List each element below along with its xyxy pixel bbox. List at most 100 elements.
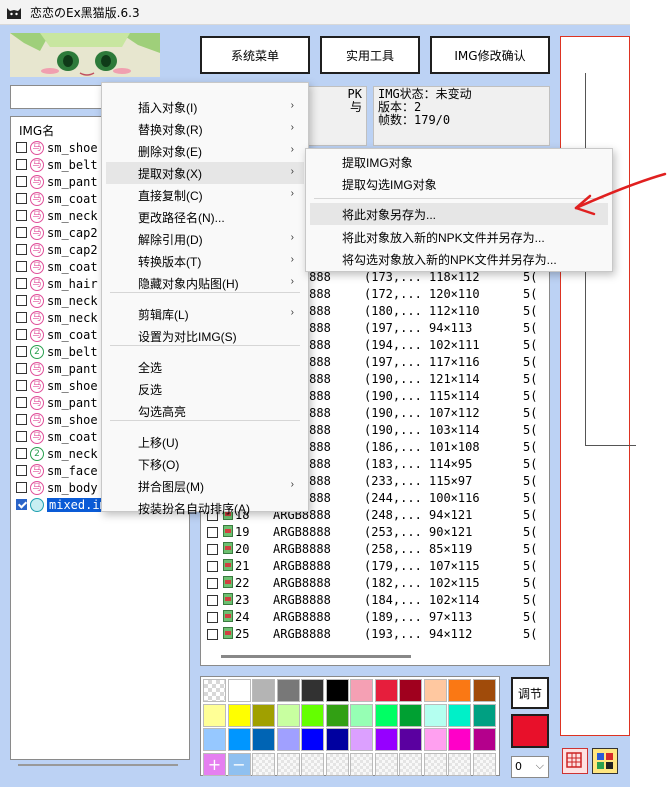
menu-item[interactable]: 隐藏对象内贴图(H) › (106, 272, 304, 294)
item-checkbox[interactable] (16, 329, 27, 340)
menu-item[interactable]: 替换对象(R) › (106, 118, 304, 140)
menu-item[interactable]: 上移(U) (106, 431, 304, 453)
palette-swatch[interactable] (301, 728, 324, 751)
palette-swatch[interactable] (423, 679, 447, 702)
palette-swatch[interactable] (399, 703, 422, 727)
palette-swatch[interactable] (301, 679, 324, 702)
submenu-item[interactable]: 将勾选对象放入新的NPK文件并另存为... (310, 248, 608, 270)
palette-swatch[interactable] (423, 703, 447, 727)
palette-swatch[interactable] (374, 679, 398, 702)
adjust-button[interactable]: 调节 (511, 677, 549, 709)
frame-checkbox[interactable] (207, 595, 218, 606)
palette-swatch[interactable] (325, 703, 349, 727)
empty-swatch[interactable] (472, 752, 496, 776)
item-checkbox[interactable] (16, 244, 27, 255)
frame-checkbox[interactable] (207, 527, 218, 538)
menu-item[interactable]: 提取对象(X) › (106, 162, 304, 184)
table-row[interactable]: 22 ARGB8888 (182,... 102×115 5( (201, 575, 549, 592)
remove-color-button[interactable]: − (227, 752, 251, 776)
value-select[interactable]: 0 ⌵ (511, 756, 549, 778)
palette-swatch[interactable] (227, 679, 251, 702)
palette-swatch[interactable] (203, 728, 226, 751)
item-checkbox[interactable] (16, 176, 27, 187)
item-checkbox[interactable] (16, 380, 27, 391)
palette-swatch[interactable] (472, 703, 496, 727)
tools-button[interactable]: 实用工具 (320, 36, 420, 74)
item-checkbox[interactable] (16, 482, 27, 493)
palette-swatch[interactable] (227, 728, 251, 751)
table-row[interactable]: 25 ARGB8888 (193,... 94×112 5( (201, 626, 549, 643)
table-row[interactable]: 24 ARGB8888 (189,... 97×113 5( (201, 609, 549, 626)
menu-item[interactable]: 删除对象(E) › (106, 140, 304, 162)
item-checkbox[interactable] (16, 346, 27, 357)
item-checkbox[interactable] (16, 465, 27, 476)
empty-swatch[interactable] (374, 752, 398, 776)
palette-swatch[interactable] (252, 679, 275, 702)
palette-swatch[interactable] (325, 728, 349, 751)
frame-list-scrollbar[interactable] (221, 655, 411, 658)
submenu-item[interactable]: 将此对象另存为... (310, 203, 608, 225)
palette-swatch[interactable] (276, 679, 300, 702)
palette-swatch[interactable] (350, 703, 373, 727)
item-checkbox[interactable] (16, 397, 27, 408)
item-checkbox[interactable] (16, 261, 27, 272)
item-checkbox[interactable] (16, 295, 27, 306)
empty-swatch[interactable] (301, 752, 324, 776)
palette-swatch[interactable] (276, 703, 300, 727)
palette-swatch[interactable] (423, 728, 447, 751)
menu-item[interactable]: 反选 (106, 378, 304, 400)
palette-swatch[interactable] (472, 679, 496, 702)
palette-swatch[interactable] (472, 728, 496, 751)
menu-item[interactable]: 设置为对比IMG(S) (106, 325, 304, 347)
add-color-button[interactable]: + (203, 752, 226, 776)
table-row[interactable]: 21 ARGB8888 (179,... 107×115 5( (201, 558, 549, 575)
menu-item[interactable]: 勾选高亮 (106, 400, 304, 422)
item-checkbox[interactable] (16, 142, 27, 153)
frame-checkbox[interactable] (207, 612, 218, 623)
submenu-item[interactable]: 提取勾选IMG对象 (310, 173, 608, 195)
menu-item[interactable]: 转换版本(T) › (106, 250, 304, 272)
palette-swatch[interactable] (350, 728, 373, 751)
frame-checkbox[interactable] (207, 578, 218, 589)
item-checkbox[interactable] (16, 210, 27, 221)
palette-swatch[interactable] (301, 703, 324, 727)
palette-swatch[interactable] (374, 728, 398, 751)
menu-item[interactable]: 下移(O) (106, 453, 304, 475)
palette-swatch[interactable] (252, 703, 275, 727)
palette-swatch[interactable] (252, 728, 275, 751)
palette-swatch[interactable] (374, 703, 398, 727)
menu-item[interactable]: 插入对象(I) › (106, 96, 304, 118)
palette-swatch[interactable] (399, 679, 422, 702)
table-row[interactable]: 23 ARGB8888 (184,... 102×114 5( (201, 592, 549, 609)
palette-swatch[interactable] (276, 728, 300, 751)
system-menu-button[interactable]: 系统菜单 (200, 36, 310, 74)
menu-item[interactable]: 剪辑库(L) › (106, 303, 304, 325)
empty-swatch[interactable] (399, 752, 422, 776)
palette-swatch[interactable] (203, 703, 226, 727)
menu-item[interactable]: 直接复制(C) › (106, 184, 304, 206)
palette-swatch[interactable] (227, 703, 251, 727)
frame-checkbox[interactable] (207, 544, 218, 555)
item-checkbox[interactable] (16, 193, 27, 204)
item-checkbox[interactable] (16, 312, 27, 323)
palette-view-icon[interactable] (592, 748, 618, 774)
item-checkbox[interactable] (16, 159, 27, 170)
menu-item[interactable]: 全选 (106, 356, 304, 378)
img-confirm-button[interactable]: IMG修改确认 (430, 36, 550, 74)
menu-item[interactable]: 解除引用(D) › (106, 228, 304, 250)
item-checkbox[interactable] (16, 499, 27, 510)
palette-swatch[interactable] (325, 679, 349, 702)
submenu-item[interactable]: 提取IMG对象 (310, 151, 608, 173)
palette-swatch[interactable] (448, 703, 471, 727)
empty-swatch[interactable] (423, 752, 447, 776)
empty-swatch[interactable] (350, 752, 373, 776)
submenu-item[interactable]: 将此对象放入新的NPK文件并另存为... (310, 226, 608, 248)
palette-swatch[interactable] (448, 728, 471, 751)
menu-item[interactable]: 更改路径名(N)... (106, 206, 304, 228)
item-checkbox[interactable] (16, 363, 27, 374)
frame-checkbox[interactable] (207, 629, 218, 640)
palette-swatch[interactable] (350, 679, 373, 702)
img-list-scrollbar[interactable] (18, 764, 178, 766)
empty-swatch[interactable] (448, 752, 471, 776)
frame-checkbox[interactable] (207, 561, 218, 572)
